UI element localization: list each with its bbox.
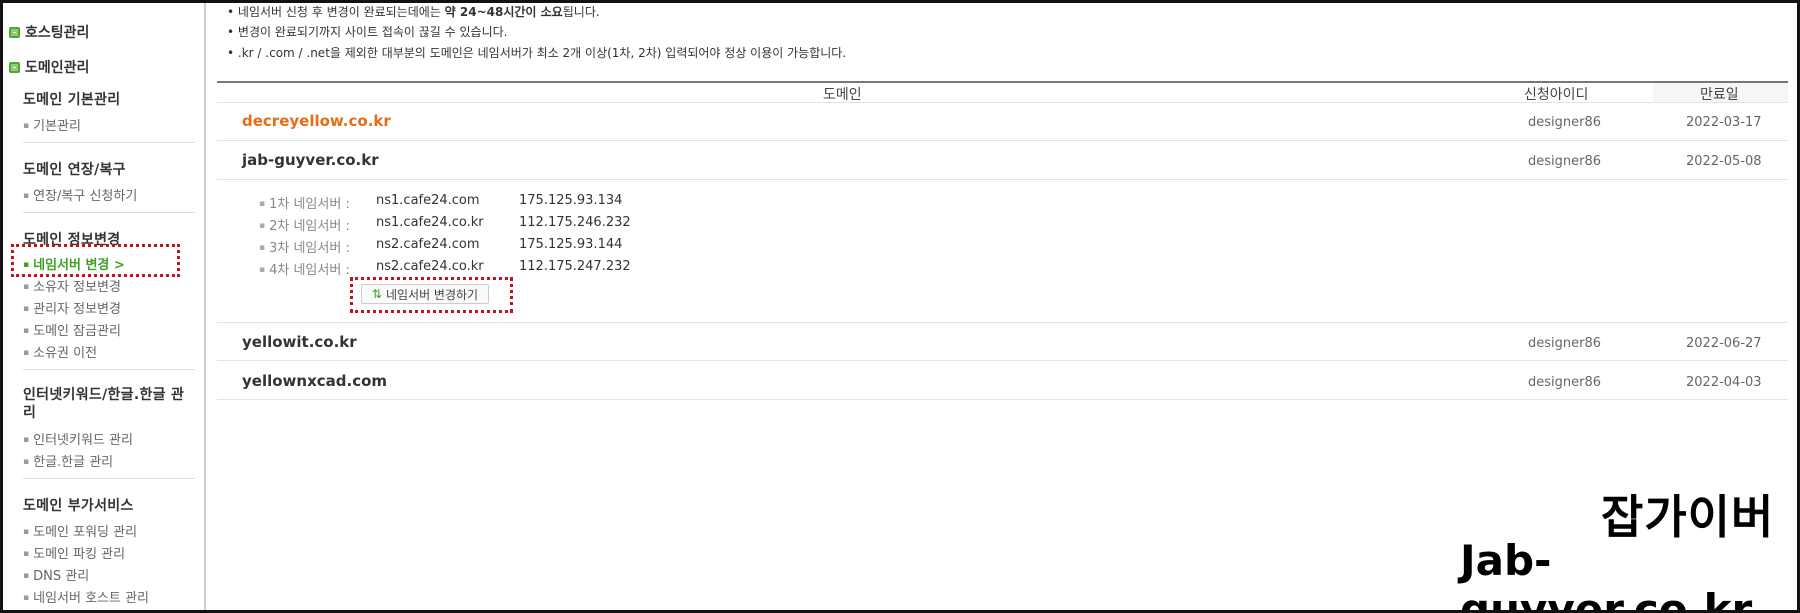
- sidebar-link-admin-info[interactable]: 관리자 정보변경: [23, 298, 121, 317]
- ns-host: ns2.cafe24.com: [376, 237, 480, 252]
- watermark-url: Jab-guyver.co.kr: [1460, 536, 1753, 613]
- sidebar: 호스팅관리 도메인관리 도메인 기본관리 기본관리 도메인 연장/복구 연장/복…: [3, 3, 206, 610]
- domain-link[interactable]: yellowit.co.kr: [242, 333, 357, 351]
- notice-text: 됩니다.: [562, 5, 600, 19]
- domain-link[interactable]: yellownxcad.com: [242, 372, 387, 390]
- table-top-border: [217, 81, 1788, 83]
- ns-label: 2차 네임서버 :: [259, 215, 350, 234]
- annotation-highlight-button: [350, 277, 513, 313]
- ns-label: 3차 네임서버 :: [259, 237, 350, 256]
- userid-cell: designer86: [1528, 115, 1602, 130]
- sidebar-link-ns-host[interactable]: 네임서버 호스트 관리: [23, 587, 149, 606]
- sidebar-link-owner-info[interactable]: 소유자 정보변경: [23, 276, 121, 295]
- section-title-addon: 도메인 부가서비스: [23, 498, 134, 514]
- userid-cell: designer86: [1528, 154, 1602, 169]
- section-title-domain-renewal: 도메인 연장/복구: [23, 162, 126, 178]
- sidebar-link-renewal[interactable]: 연장/복구 신청하기: [23, 185, 137, 204]
- divider: [23, 142, 195, 143]
- sidebar-item-label: 도메인관리: [25, 60, 90, 76]
- notice-text: .kr / .com / .net을 제외한 대부분의 도메인은 네임서버가 최…: [237, 46, 847, 60]
- row-divider: [217, 399, 1788, 400]
- sidebar-item-domain[interactable]: 도메인관리: [9, 57, 89, 77]
- divider: [23, 478, 195, 479]
- expiry-cell: 2022-03-17: [1686, 115, 1762, 130]
- ns-label: 1차 네임서버 :: [259, 193, 350, 212]
- sidebar-item-label: 호스팅관리: [25, 25, 90, 41]
- screenshot-frame: 호스팅관리 도메인관리 도메인 기본관리 기본관리 도메인 연장/복구 연장/복…: [0, 0, 1800, 613]
- expiry-cell: 2022-05-08: [1686, 154, 1762, 169]
- ns-ip: 175.125.93.144: [519, 237, 623, 252]
- row-divider: [217, 360, 1788, 361]
- sidebar-link-parking[interactable]: 도메인 파킹 관리: [23, 543, 125, 562]
- ns-ip: 112.175.247.232: [519, 259, 631, 274]
- row-divider: [217, 140, 1788, 141]
- green-square-icon: [9, 26, 20, 38]
- notice-bold-text: 약 24~48시간이 소요: [444, 5, 563, 19]
- column-header-userid: 신청아이디: [1524, 87, 1589, 103]
- sidebar-link-domain-lock[interactable]: 도메인 잠금관리: [23, 320, 121, 339]
- ns-label: 4차 네임서버 :: [259, 259, 350, 278]
- divider: [23, 212, 195, 213]
- annotation-highlight-sidebar: [11, 244, 180, 277]
- column-header-domain: 도메인: [823, 87, 862, 103]
- expiry-cell: 2022-06-27: [1686, 336, 1762, 351]
- ns-host: ns1.cafe24.com: [376, 193, 480, 208]
- notice-line-2: • 변경이 완료되기까지 사이트 접속이 끊길 수 있습니다.: [227, 25, 508, 39]
- expiry-cell: 2022-04-03: [1686, 375, 1762, 390]
- row-divider: [217, 322, 1788, 323]
- column-header-expiry: 만료일: [1700, 87, 1739, 103]
- ns-host: ns1.cafe24.co.kr: [376, 215, 484, 230]
- section-title-keyword: 인터넷키워드/한글.한글 관리: [23, 387, 185, 421]
- sidebar-link-keyword[interactable]: 인터넷키워드 관리: [23, 429, 133, 448]
- green-square-icon: [9, 61, 20, 73]
- notice-line-1: • 네임서버 신청 후 변경이 완료되는데에는 약 24~48시간이 소요됩니다…: [227, 5, 600, 19]
- notice-line-3: • .kr / .com / .net을 제외한 대부분의 도메인은 네임서버가…: [227, 46, 847, 60]
- userid-cell: designer86: [1528, 336, 1602, 351]
- row-divider: [217, 179, 1788, 180]
- ns-host: ns2.cafe24.co.kr: [376, 259, 484, 274]
- sidebar-link-forwarding[interactable]: 도메인 포워딩 관리: [23, 521, 137, 540]
- domain-link[interactable]: jab-guyver.co.kr: [242, 151, 379, 169]
- section-title-domain-basic: 도메인 기본관리: [23, 92, 121, 108]
- sidebar-link-dns[interactable]: DNS 관리: [23, 565, 89, 584]
- userid-cell: designer86: [1528, 375, 1602, 390]
- header-divider: [217, 102, 1788, 103]
- sidebar-item-hosting[interactable]: 호스팅관리: [9, 22, 89, 42]
- sidebar-link-hangul[interactable]: 한글.한글 관리: [23, 451, 113, 470]
- sidebar-link-basic[interactable]: 기본관리: [23, 115, 81, 134]
- ns-ip: 175.125.93.134: [519, 193, 623, 208]
- ns-ip: 112.175.246.232: [519, 215, 631, 230]
- domain-link[interactable]: decreyellow.co.kr: [242, 112, 391, 130]
- divider: [23, 369, 195, 370]
- notice-text: 네임서버 신청 후 변경이 완료되는데에는: [237, 5, 445, 19]
- sidebar-link-ownership-transfer[interactable]: 소유권 이전: [23, 342, 97, 361]
- notice-text: 변경이 완료되기까지 사이트 접속이 끊길 수 있습니다.: [237, 25, 508, 39]
